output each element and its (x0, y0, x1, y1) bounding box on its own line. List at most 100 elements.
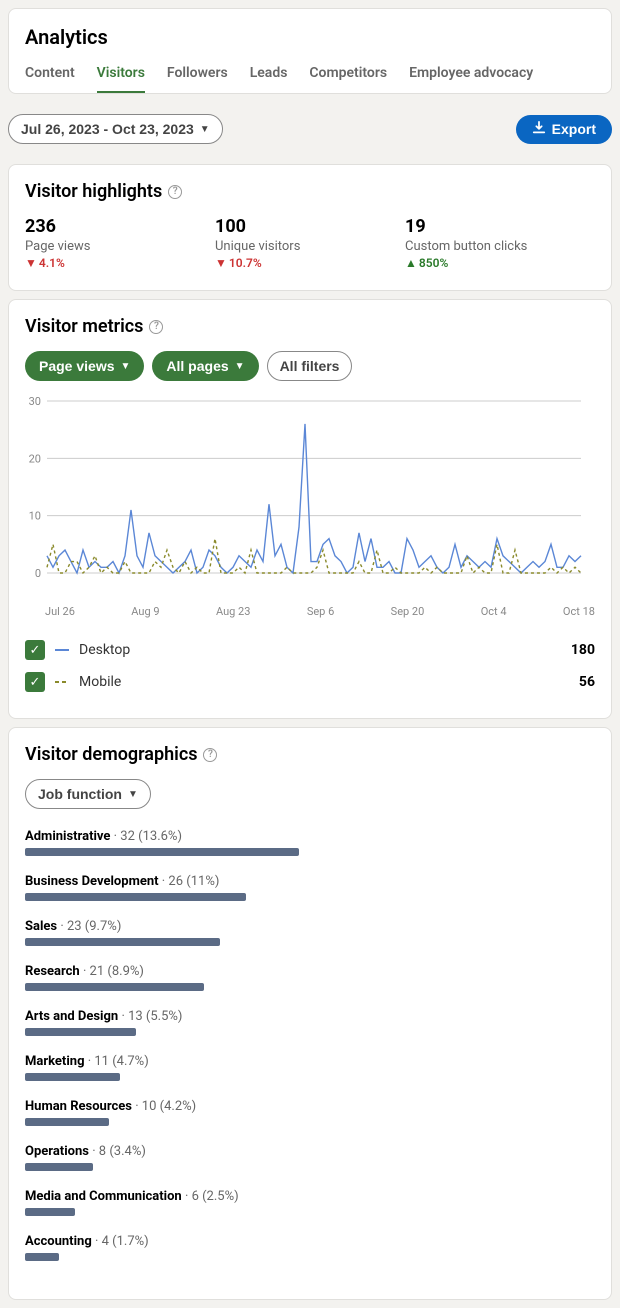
demographics-bar-track (25, 1118, 595, 1126)
svg-text:10: 10 (29, 510, 41, 523)
demographics-bar (25, 1118, 109, 1126)
legend-row-mobile: ✓Mobile56 (25, 666, 595, 698)
metric-value: 100 (215, 216, 405, 237)
demographics-label: Research · 21 (8.9%) (25, 964, 595, 979)
analytics-tabs: Content Visitors Followers Leads Competitors… (25, 59, 595, 93)
caret-down-icon: ▼ (200, 124, 210, 135)
demographics-bar-track (25, 893, 595, 901)
caret-down-icon: ▼ (128, 789, 138, 800)
export-label: Export (552, 121, 596, 137)
visitor-metrics-title: Visitor metrics ? (25, 316, 595, 337)
demographics-row: Operations · 8 (3.4%) (25, 1144, 595, 1171)
visitor-metrics-chart: 0102030 Jul 26Aug 9Aug 23Sep 6Sep 20Oct … (25, 397, 595, 618)
metric-delta: ▼10.7% (215, 256, 405, 270)
svg-text:30: 30 (29, 397, 41, 408)
legend-checkbox-desktop[interactable]: ✓ (25, 640, 45, 660)
demographics-row: Accounting · 4 (1.7%) (25, 1234, 595, 1261)
tab-followers[interactable]: Followers (167, 59, 228, 93)
page-scope-filter-dropdown[interactable]: All pages ▼ (152, 351, 258, 381)
metric-label: Page views (25, 239, 215, 254)
trend-up-icon: ▲ (405, 256, 417, 270)
demographics-row: Media and Communication · 6 (2.5%) (25, 1189, 595, 1216)
page-title: Analytics (25, 25, 595, 49)
demographics-bar (25, 1073, 120, 1081)
demographics-label: Media and Communication · 6 (2.5%) (25, 1189, 595, 1204)
demographics-row: Human Resources · 10 (4.2%) (25, 1099, 595, 1126)
visitor-highlights-card: Visitor highlights ? 236Page views▼4.1%1… (8, 164, 612, 291)
demographics-row: Research · 21 (8.9%) (25, 964, 595, 991)
date-range-label: Jul 26, 2023 - Oct 23, 2023 (21, 121, 194, 137)
trend-down-icon: ▼ (25, 256, 37, 270)
visitor-demographics-title: Visitor demographics ? (25, 744, 595, 765)
demographics-bar-track (25, 983, 595, 991)
demographics-bar-track (25, 1253, 595, 1261)
demographics-bar (25, 983, 204, 991)
caret-down-icon: ▼ (235, 361, 245, 372)
legend-value: 180 (571, 642, 595, 658)
info-icon[interactable]: ? (203, 748, 217, 762)
legend-value: 56 (579, 674, 595, 690)
x-tick-label: Sep 20 (391, 605, 425, 618)
metric-label: Custom button clicks (405, 239, 595, 254)
download-icon (532, 121, 546, 138)
tab-competitors[interactable]: Competitors (309, 59, 387, 93)
demographics-bar (25, 1253, 59, 1261)
demographics-filter-dropdown[interactable]: Job function ▼ (25, 779, 151, 809)
demographics-label: Arts and Design · 13 (5.5%) (25, 1009, 595, 1024)
visitor-metrics-card: Visitor metrics ? Page views ▼ All pages… (8, 299, 612, 719)
demographics-label: Operations · 8 (3.4%) (25, 1144, 595, 1159)
metrics-filter-row: Page views ▼ All pages ▼ All filters (25, 351, 595, 381)
legend-row-desktop: ✓ Desktop 180 (25, 634, 595, 666)
demographics-bar-track (25, 1028, 595, 1036)
metric-custom-button-clicks: 19Custom button clicks▲850% (405, 216, 595, 270)
info-icon[interactable]: ? (149, 320, 163, 334)
series-desktop (47, 424, 581, 573)
demographics-row: Marketing · 11 (4.7%) (25, 1054, 595, 1081)
metric-value: 19 (405, 216, 595, 237)
metric-delta: ▼4.1% (25, 256, 215, 270)
demographics-bar-track (25, 1073, 595, 1081)
demographics-bar (25, 848, 299, 856)
demographics-row: Sales · 23 (9.7%) (25, 919, 595, 946)
demographics-label: Human Resources · 10 (4.2%) (25, 1099, 595, 1114)
x-tick-label: Oct 18 (563, 605, 595, 618)
demographics-row: Arts and Design · 13 (5.5%) (25, 1009, 595, 1036)
daterange-row: Jul 26, 2023 - Oct 23, 2023 ▼ Export (0, 102, 620, 156)
legend-swatch (55, 681, 69, 683)
demographics-bar (25, 1208, 75, 1216)
x-tick-label: Aug 9 (131, 605, 159, 618)
metric-unique-visitors: 100Unique visitors▼10.7% (215, 216, 405, 270)
all-filters-button[interactable]: All filters (267, 351, 353, 381)
date-range-picker[interactable]: Jul 26, 2023 - Oct 23, 2023 ▼ (8, 114, 223, 144)
x-tick-label: Oct 4 (481, 605, 507, 618)
tab-content[interactable]: Content (25, 59, 75, 93)
info-icon[interactable]: ? (168, 185, 182, 199)
demographics-bar-track (25, 1208, 595, 1216)
visitor-demographics-card: Visitor demographics ? Job function ▼ Ad… (8, 727, 612, 1300)
chart-x-axis: Jul 26Aug 9Aug 23Sep 6Sep 20Oct 4Oct 18 (25, 601, 595, 618)
demographics-label: Accounting · 4 (1.7%) (25, 1234, 595, 1249)
tab-employee-advocacy[interactable]: Employee advocacy (409, 59, 533, 93)
tab-visitors[interactable]: Visitors (97, 59, 145, 93)
analytics-header: Analytics ContentVisitorsFollowersLeadsC… (8, 8, 612, 94)
demographics-bar (25, 938, 220, 946)
demographics-rows: Administrative · 32 (13.6%) Business Deve… (25, 829, 595, 1261)
demographics-bar (25, 893, 246, 901)
demographics-label: Business Development · 26 (11%) (25, 874, 595, 889)
tab-leads[interactable]: Leads (250, 59, 288, 93)
demographics-bar (25, 1163, 93, 1171)
export-button[interactable]: Export (516, 115, 612, 144)
demographics-bar-track (25, 938, 595, 946)
trend-down-icon: ▼ (215, 256, 227, 270)
svg-text:0: 0 (35, 567, 41, 580)
metric-filter-dropdown[interactable]: Page views ▼ (25, 351, 144, 381)
legend-label: Desktop (79, 642, 130, 658)
demographics-row: Business Development · 26 (11%) (25, 874, 595, 901)
demographics-row: Administrative · 32 (13.6%) (25, 829, 595, 856)
demographics-bar-track (25, 848, 595, 856)
legend-checkbox-mobile[interactable]: ✓ (25, 672, 45, 692)
demographics-bar (25, 1028, 136, 1036)
metric-page-views: 236Page views▼4.1% (25, 216, 215, 270)
highlights-metrics: 236Page views▼4.1%100Unique visitors▼10.… (25, 216, 595, 270)
demographics-label: Sales · 23 (9.7%) (25, 919, 595, 934)
